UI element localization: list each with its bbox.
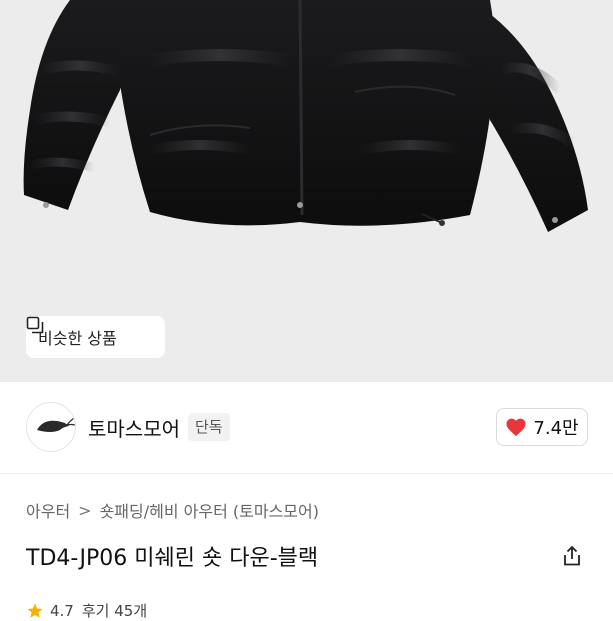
heart-icon	[506, 418, 526, 437]
whale-logo-icon	[37, 417, 75, 432]
copy-icon	[26, 316, 44, 334]
exclusive-badge: 단독	[188, 413, 230, 441]
breadcrumb-item-outer[interactable]: 아우터	[26, 498, 70, 522]
breadcrumb-separator: >	[78, 500, 92, 520]
product-title: TD4-JP06 미쉐린 숏 다운-블랙	[26, 546, 319, 571]
similar-products-label: 비슷한 상품	[38, 329, 117, 348]
breadcrumb-item-short-padding[interactable]: 숏패딩/헤비 아우터 (토마스모어)	[100, 498, 319, 522]
review-count: 후기 45개	[81, 602, 148, 620]
star-icon	[27, 603, 43, 618]
breadcrumb: 아우터 > 숏패딩/헤비 아우터 (토마스모어)	[26, 498, 319, 522]
like-count: 7.4만	[533, 418, 579, 439]
similar-products-button[interactable]: 비슷한 상품	[26, 316, 165, 358]
share-icon	[564, 545, 580, 566]
rating-score: 4.7	[50, 601, 74, 620]
like-button[interactable]: 7.4만	[496, 408, 588, 446]
store-name[interactable]: 토마스모어	[88, 413, 180, 442]
share-button[interactable]	[560, 544, 584, 568]
rating-row[interactable]: 4.7 후기 45개	[26, 600, 147, 621]
store-logo[interactable]	[26, 402, 76, 452]
product-image[interactable]: 비슷한 상품	[0, 0, 613, 382]
